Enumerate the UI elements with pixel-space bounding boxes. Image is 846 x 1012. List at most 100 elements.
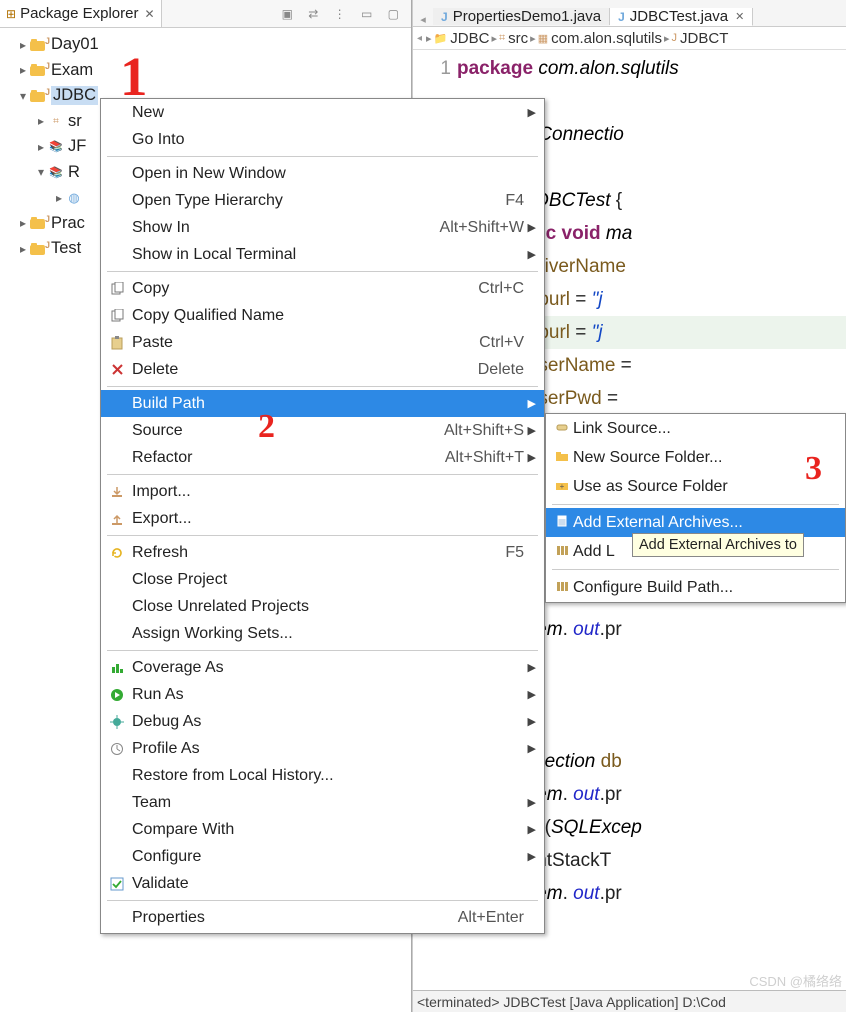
project-name: JDBC xyxy=(51,86,98,105)
menu-item-source[interactable]: Source Alt+Shift+S ▶ xyxy=(101,417,544,444)
tab-title: Package Explorer xyxy=(20,5,138,22)
menu-item-restore-from-local-history-[interactable]: Restore from Local History... xyxy=(101,762,544,789)
annotation-one: 1 xyxy=(120,60,148,93)
expand-icon[interactable]: ▸ xyxy=(34,140,48,154)
menu-item-export-[interactable]: Export... xyxy=(101,505,544,532)
close-icon[interactable]: ✕ xyxy=(144,7,154,21)
menu-item-profile-as[interactable]: Profile As ▶ xyxy=(101,735,544,762)
menu-item-validate[interactable]: Validate xyxy=(101,870,544,897)
menu-item-configure[interactable]: Configure ▶ xyxy=(101,843,544,870)
menu-item-show-in-local-terminal[interactable]: Show in Local Terminal ▶ xyxy=(101,241,544,268)
panel-toolbar-icons[interactable]: ▣ ⇄ ⋮ ▭ ▢ xyxy=(282,7,411,21)
menu-item-label: Copy Qualified Name xyxy=(128,307,524,325)
expand-icon[interactable]: ▸ xyxy=(16,216,30,230)
submenu-item-use-as-source-folder[interactable]: + Use as Source Folder xyxy=(546,472,845,501)
menu-item-coverage-as[interactable]: Coverage As ▶ xyxy=(101,654,544,681)
menu-item-compare-with[interactable]: Compare With ▶ xyxy=(101,816,544,843)
submenu-item-new-source-folder-[interactable]: New Source Folder... xyxy=(546,443,845,472)
tooltip: Add External Archives to xyxy=(632,533,804,557)
breadcrumb-item[interactable]: ⌗src xyxy=(499,30,528,47)
editor-tab[interactable]: JJDBCTest.java✕ xyxy=(610,8,753,26)
library-icon: 📚 xyxy=(48,166,64,179)
submenu-item-link-source-[interactable]: Link Source... xyxy=(546,414,845,443)
annotation-two: 2 xyxy=(258,408,275,446)
menu-item-copy[interactable]: Copy Ctrl+C xyxy=(101,275,544,302)
java-file-icon: J xyxy=(618,10,625,24)
expand-icon[interactable]: ▾ xyxy=(16,89,30,103)
editor-tab[interactable]: JPropertiesDemo1.java xyxy=(433,8,610,25)
project-icon: J xyxy=(30,62,48,78)
menu-item-label: Close Unrelated Projects xyxy=(128,598,524,616)
submenu-item-label: Configure Build Path... xyxy=(573,579,733,597)
menu-item-open-in-new-window[interactable]: Open in New Window xyxy=(101,160,544,187)
menu-item-label: Team xyxy=(128,794,524,812)
expand-icon[interactable]: ▸ xyxy=(16,38,30,52)
breadcrumb[interactable]: ◂▸📁JDBC▸⌗src▸▦com.alon.sqlutils▸JJDBCT xyxy=(413,27,846,50)
menu-item-refactor[interactable]: Refactor Alt+Shift+T ▶ xyxy=(101,444,544,471)
menu-item-label: Debug As xyxy=(128,713,524,731)
menu-item-label: Open in New Window xyxy=(128,165,524,183)
panel-tab-row: ⊞ Package Explorer ✕ ▣ ⇄ ⋮ ▭ ▢ xyxy=(0,0,411,28)
menu-item-copy-qualified-name[interactable]: Copy Qualified Name xyxy=(101,302,544,329)
menu-item-label: Build Path xyxy=(128,395,524,413)
menu-item-team[interactable]: Team ▶ xyxy=(101,789,544,816)
menu-item-label: Run As xyxy=(128,686,524,704)
expand-icon[interactable]: ▾ xyxy=(34,165,48,179)
bc-back-icon[interactable]: ◂ xyxy=(417,33,422,44)
menu-item-label: Show in Local Terminal xyxy=(128,246,524,264)
close-icon[interactable]: ✕ xyxy=(735,10,744,23)
copy-q-icon xyxy=(106,309,128,323)
project-name: Day01 xyxy=(51,35,99,54)
watermark: CSDN @橘络络 xyxy=(749,971,842,990)
breadcrumb-item[interactable]: ▦com.alon.sqlutils xyxy=(538,30,662,47)
menu-item-assign-working-sets-[interactable]: Assign Working Sets... xyxy=(101,620,544,647)
menu-item-import-[interactable]: Import... xyxy=(101,478,544,505)
project-name: Exam xyxy=(51,61,93,80)
package-explorer-tab[interactable]: ⊞ Package Explorer ✕ xyxy=(0,0,162,27)
library-icon: 📚 xyxy=(48,140,64,153)
menu-item-show-in[interactable]: Show In Alt+Shift+W ▶ xyxy=(101,214,544,241)
menu-item-open-type-hierarchy[interactable]: Open Type Hierarchy F4 xyxy=(101,187,544,214)
bc-icon: ▦ xyxy=(538,32,548,45)
expand-icon[interactable]: ▸ xyxy=(16,63,30,77)
menu-item-label: Refresh xyxy=(128,544,505,562)
jar-icon: ◍ xyxy=(66,190,82,206)
menu-separator xyxy=(107,156,538,157)
menu-item-run-as[interactable]: Run As ▶ xyxy=(101,681,544,708)
menu-item-build-path[interactable]: Build Path ▶ xyxy=(101,390,544,417)
menu-item-refresh[interactable]: Refresh F5 xyxy=(101,539,544,566)
project-icon: J xyxy=(30,37,48,53)
submenu-arrow-icon: ▶ xyxy=(524,688,536,701)
menu-item-close-unrelated-projects[interactable]: Close Unrelated Projects xyxy=(101,593,544,620)
tab-overflow-left-icon[interactable]: ◂ xyxy=(413,13,433,26)
project-row[interactable]: ▸ J Exam xyxy=(4,58,407,84)
menu-item-close-project[interactable]: Close Project xyxy=(101,566,544,593)
bc-icon: J xyxy=(672,32,678,44)
menu-item-debug-as[interactable]: Debug As ▶ xyxy=(101,708,544,735)
menu-separator xyxy=(107,474,538,475)
project-row[interactable]: ▸ J Day01 xyxy=(4,32,407,58)
expand-icon[interactable]: ▸ xyxy=(34,114,48,128)
build-path-submenu[interactable]: Link Source... New Source Folder...+ Use… xyxy=(545,413,846,603)
menu-item-accel: F4 xyxy=(505,192,524,210)
menu-item-accel: Ctrl+V xyxy=(479,334,524,352)
breadcrumb-item[interactable]: 📁JDBC xyxy=(434,30,490,47)
lib-icon xyxy=(551,543,573,560)
srcf-icon xyxy=(551,449,573,466)
menu-item-go-into[interactable]: Go Into xyxy=(101,126,544,153)
expand-icon[interactable]: ▸ xyxy=(16,242,30,256)
menu-separator xyxy=(107,271,538,272)
menu-item-accel: Alt+Shift+S xyxy=(444,422,524,440)
copy-icon xyxy=(106,282,128,296)
menu-item-new[interactable]: New ▶ xyxy=(101,99,544,126)
context-menu[interactable]: New ▶ Go Into Open in New Window Open Ty… xyxy=(100,98,545,934)
breadcrumb-item[interactable]: JJDBCT xyxy=(672,30,729,47)
submenu-arrow-icon: ▶ xyxy=(524,715,536,728)
submenu-item-configure-build-path-[interactable]: Configure Build Path... xyxy=(546,573,845,602)
submenu-item-label: Add External Archives... xyxy=(573,514,743,532)
menu-item-properties[interactable]: Properties Alt+Enter xyxy=(101,904,544,931)
expand-icon[interactable]: ▸ xyxy=(52,191,66,205)
menu-item-delete[interactable]: Delete Delete xyxy=(101,356,544,383)
export-icon xyxy=(106,512,128,526)
menu-item-paste[interactable]: Paste Ctrl+V xyxy=(101,329,544,356)
